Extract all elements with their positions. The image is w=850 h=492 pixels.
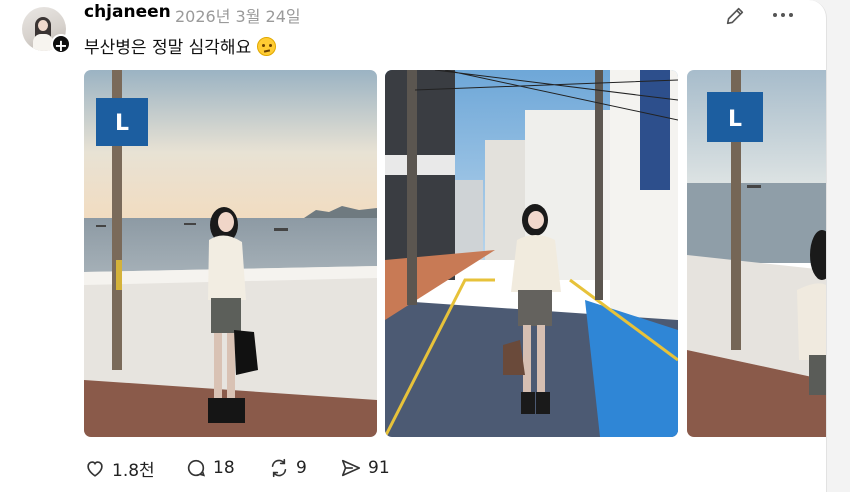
edit-icon[interactable] bbox=[724, 5, 746, 27]
share-icon bbox=[341, 459, 361, 477]
reply-count: 18 bbox=[213, 458, 235, 478]
photo-street-alley[interactable] bbox=[385, 70, 678, 437]
avatar-shirt bbox=[33, 34, 53, 51]
avatar-face bbox=[38, 20, 48, 31]
woozy-face-icon bbox=[257, 37, 277, 56]
repost-icon bbox=[271, 458, 287, 478]
repost-count: 9 bbox=[296, 458, 307, 478]
sign-letter: L bbox=[115, 111, 129, 136]
photo-seaside-wall[interactable]: L bbox=[84, 70, 377, 437]
heart-icon bbox=[87, 461, 103, 477]
follow-plus-icon[interactable]: + bbox=[51, 34, 71, 55]
post-text-content: 부산병은 정말 심각해요 bbox=[84, 38, 252, 58]
post-text: 부산병은 정말 심각해요 bbox=[84, 33, 277, 58]
repost-button[interactable]: 9 bbox=[268, 453, 307, 483]
sign-letter-2: L bbox=[728, 107, 742, 132]
username[interactable]: chjaneen bbox=[84, 2, 171, 22]
timestamp[interactable]: 2026년 3월 24일 bbox=[175, 3, 301, 27]
comment-icon bbox=[187, 459, 206, 477]
reply-button[interactable]: 18 bbox=[185, 453, 235, 483]
like-button[interactable]: 1.8천 bbox=[84, 453, 155, 483]
thread-post-card: + chjaneen 2026년 3월 24일 부산병은 정말 심각해요 L L… bbox=[0, 0, 827, 492]
action-bar: 1.8천 18 9 91 bbox=[0, 453, 826, 483]
like-count: 1.8천 bbox=[112, 460, 155, 481]
more-icon[interactable] bbox=[770, 4, 796, 26]
share-button[interactable]: 91 bbox=[340, 453, 390, 483]
photo-seaside-wall-2[interactable]: L bbox=[687, 70, 826, 437]
share-count: 91 bbox=[368, 458, 390, 478]
